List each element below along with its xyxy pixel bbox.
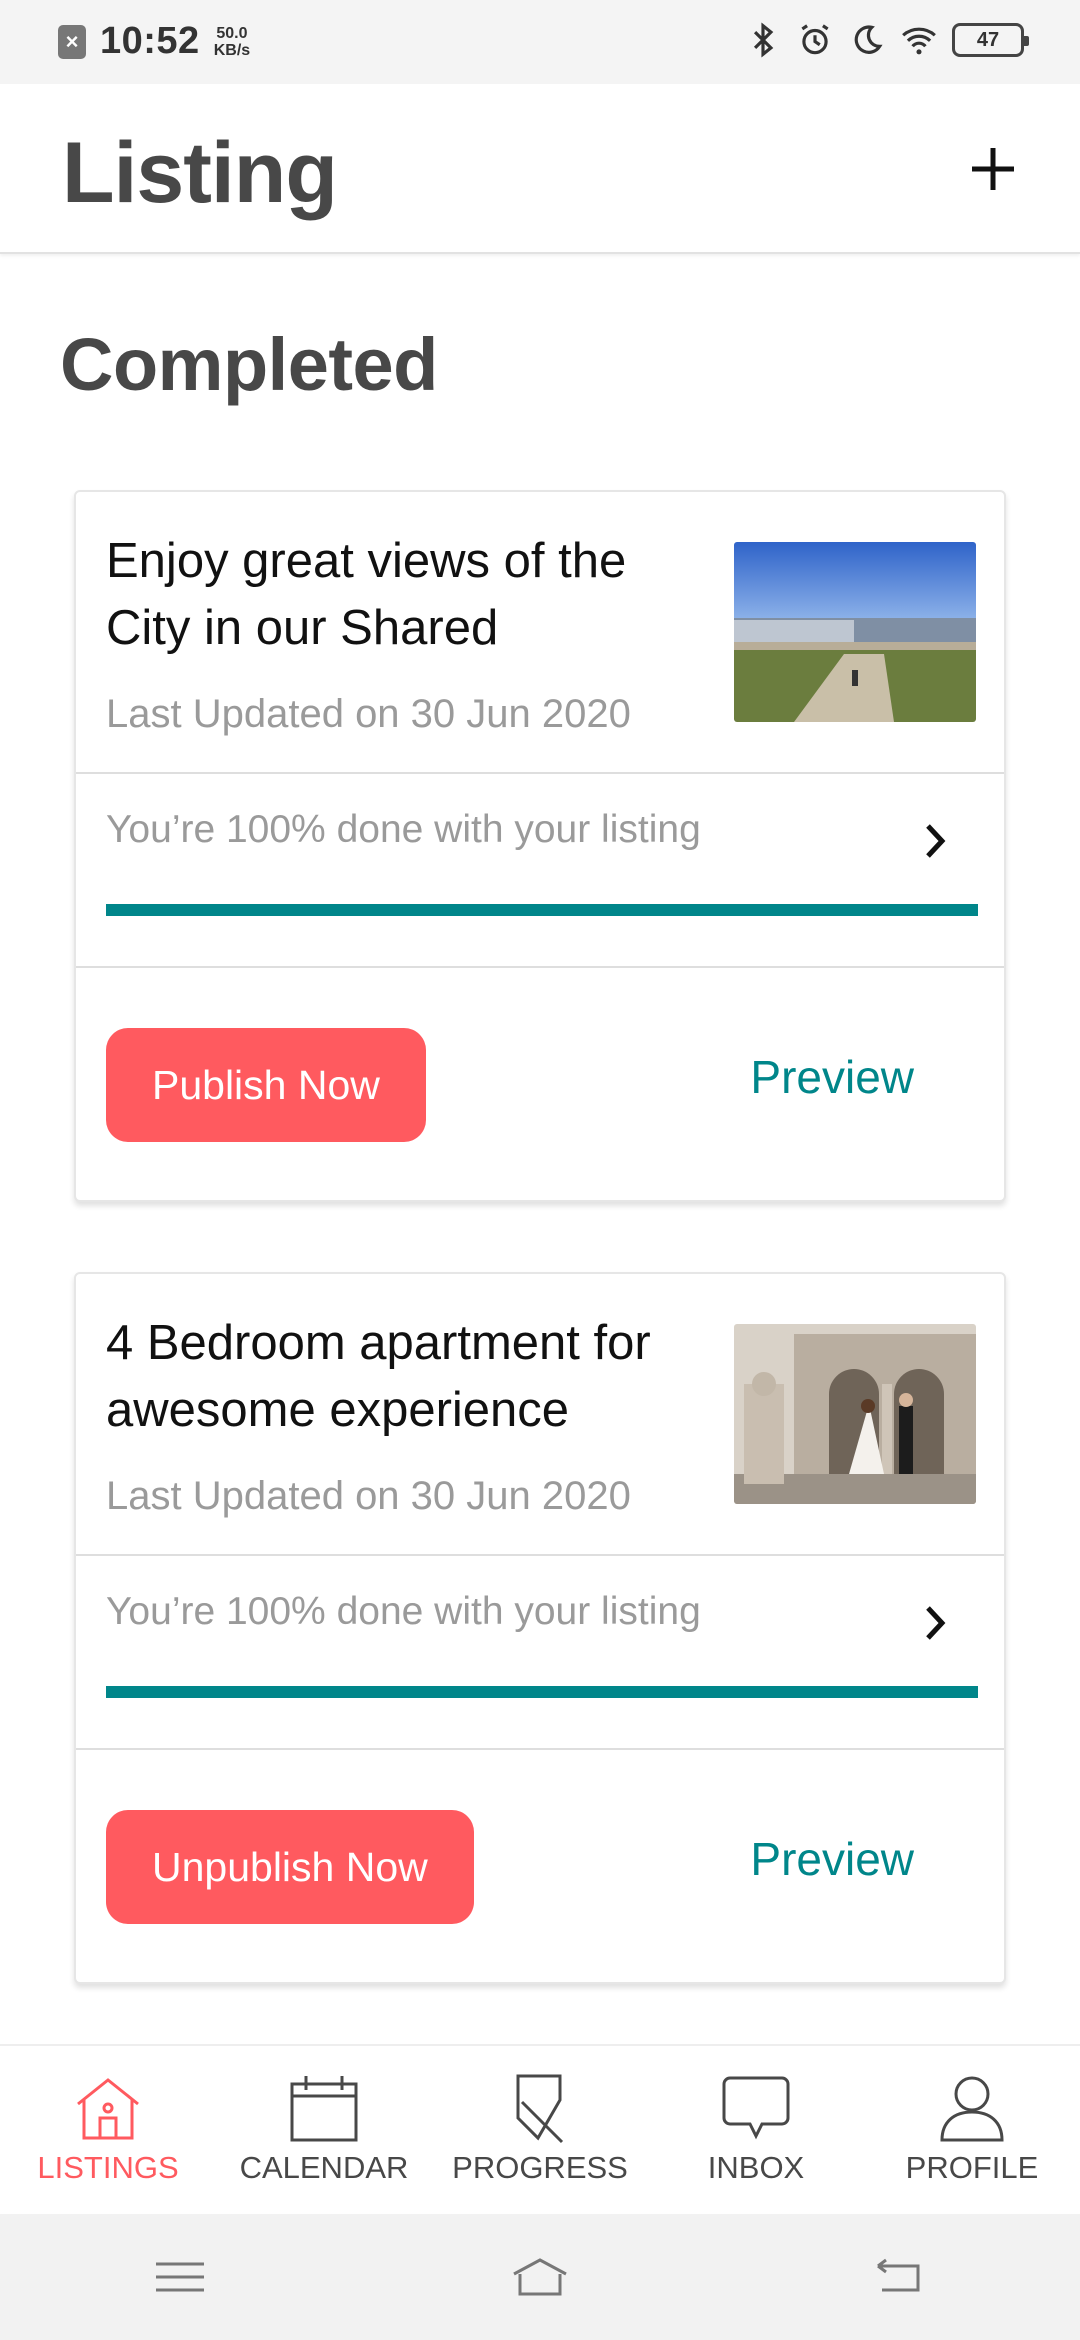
bottom-navigation: LISTINGS CALENDAR PROGRESS INBOX PROFILE (0, 2044, 1080, 2214)
plus-icon (972, 148, 1014, 190)
person-icon (940, 2076, 1004, 2142)
chevron-right-icon (926, 824, 946, 858)
wifi-icon (902, 27, 936, 55)
alarm-icon (801, 24, 829, 55)
listing-progress-row[interactable]: You’re 100% done with your listing (76, 1556, 1004, 1750)
preview-link[interactable]: Preview (750, 1832, 914, 1886)
bluetooth-icon (753, 22, 774, 58)
publish-now-button[interactable]: Publish Now (106, 1028, 426, 1142)
listing-thumbnail[interactable] (734, 542, 976, 722)
network-speed: 50.0 KB/s (213, 24, 251, 59)
progress-text: You’re 100% done with your listing (106, 1590, 701, 1633)
app-bar: Listing (0, 84, 1080, 254)
progress-bar (106, 904, 978, 916)
listing-card[interactable]: Enjoy great views of the City in our Sha… (74, 490, 1006, 1202)
listing-thumbnail[interactable] (734, 1324, 976, 1504)
menu-icon[interactable] (148, 2252, 212, 2302)
nav-item-profile[interactable]: PROFILE (864, 2046, 1080, 2214)
back-icon[interactable] (868, 2252, 932, 2302)
unpublish-now-button[interactable]: Unpublish Now (106, 1810, 474, 1924)
add-listing-button[interactable] (958, 134, 1028, 204)
preview-link[interactable]: Preview (750, 1050, 914, 1104)
home-icon (77, 2078, 139, 2140)
nav-item-progress[interactable]: PROGRESS (432, 2046, 648, 2214)
nav-item-listings[interactable]: LISTINGS (0, 2046, 216, 2214)
nav-item-inbox[interactable]: INBOX (648, 2046, 864, 2214)
listing-title: Enjoy great views of the City in our Sha… (106, 534, 627, 655)
listing-card[interactable]: 4 Bedroom apartment for awesome experien… (74, 1272, 1006, 1984)
calendar-icon (290, 2076, 358, 2142)
section-title: Completed (60, 323, 438, 406)
chevron-right-icon (926, 1606, 946, 1640)
moon-icon (854, 25, 883, 54)
progress-text: You’re 100% done with your listing (106, 808, 701, 851)
listing-progress-row[interactable]: You’re 100% done with your listing (76, 774, 1004, 968)
home-button-icon[interactable] (508, 2252, 572, 2302)
progress-icon (516, 2074, 564, 2144)
page-title: Listing (62, 125, 338, 221)
notification-x-icon: × (58, 24, 86, 59)
battery-indicator: 47 (952, 23, 1029, 57)
listing-updated: Last Updated on 30 Jun 2020 (106, 692, 631, 736)
progress-bar (106, 1686, 978, 1698)
nav-item-calendar[interactable]: CALENDAR (216, 2046, 432, 2214)
chat-bubble-icon (722, 2076, 790, 2140)
listing-title: 4 Bedroom apartment for awesome experien… (106, 1316, 651, 1437)
status-time: 10:52 (100, 20, 200, 62)
system-navigation-bar (0, 2214, 1080, 2340)
listing-updated: Last Updated on 30 Jun 2020 (106, 1474, 631, 1518)
status-bar: × 10:52 50.0 KB/s 47 (0, 0, 1080, 84)
